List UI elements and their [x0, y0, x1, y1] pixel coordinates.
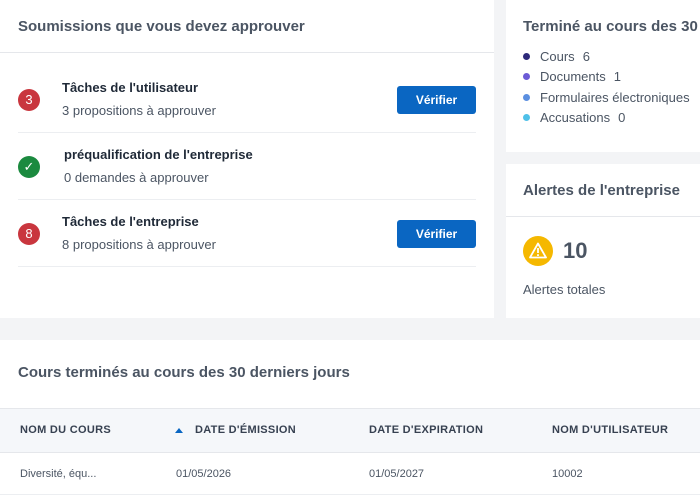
task-subtitle: 8 propositions à approuver: [62, 237, 216, 252]
cell-username: 10002: [552, 468, 583, 480]
stat-documents[interactable]: Documents 1: [523, 69, 621, 84]
check-icon: ✓: [18, 156, 40, 178]
completed-summary-title: Terminé au cours des 30 derniers jours: [523, 18, 700, 35]
task-item-company-tasks: 8 Tâches de l'entreprise 8 propositions …: [18, 200, 476, 267]
task-subtitle: 0 demandes à approuver: [64, 170, 209, 185]
courses-table-title: Cours terminés au cours des 30 derniers …: [18, 364, 350, 381]
column-header-username[interactable]: NOM D'UTILISATEUR: [552, 424, 668, 436]
divider: [18, 266, 476, 267]
approvals-card: Soumissions que vous devez approuver 3 T…: [0, 0, 494, 318]
sort-ascending-icon[interactable]: [175, 428, 183, 433]
alert-count: 10: [563, 238, 588, 263]
divider: [506, 216, 700, 217]
courses-table-card: Cours terminés au cours des 30 derniers …: [0, 340, 700, 498]
legend-dot: [523, 114, 530, 122]
task-title: préqualification de l'entreprise: [64, 147, 253, 162]
alerts-title: Alertes de l'entreprise: [523, 182, 680, 199]
legend-dot: [523, 73, 530, 81]
cell-issue-date: 01/05/2026: [176, 468, 232, 480]
task-item-company-prequalification: ✓ préqualification de l'entreprise 0 dem…: [18, 133, 476, 200]
stat-value: 1: [613, 69, 621, 84]
count-badge: 3: [18, 89, 40, 111]
alert-label: Alertes totales: [523, 282, 606, 297]
stat-label: Cours: [540, 49, 575, 64]
stat-value: 0: [618, 110, 626, 125]
stat-acknowledgements[interactable]: Accusations 0: [523, 110, 625, 125]
column-header-issue-date[interactable]: DATE D'ÉMISSION: [195, 424, 296, 436]
alerts-card: Alertes de l'entreprise 10 Alertes total…: [506, 164, 700, 318]
task-title: Tâches de l'utilisateur: [62, 80, 199, 95]
column-header-course-name[interactable]: NOM DU COURS: [20, 424, 111, 436]
stat-electronic-forms[interactable]: Formulaires électroniques: [523, 90, 698, 105]
legend-dot: [523, 94, 530, 102]
stat-value: 6: [582, 49, 590, 64]
approvals-title: Soumissions que vous devez approuver: [18, 18, 305, 35]
column-header-expiration-date[interactable]: DATE D'EXPIRATION: [369, 424, 483, 436]
divider: [0, 494, 700, 495]
table-header: NOM DU COURS DATE D'ÉMISSION DATE D'EXPI…: [0, 408, 700, 453]
count-badge: 8: [18, 223, 40, 245]
cell-expiration-date: 01/05/2027: [369, 468, 425, 480]
stat-label: Accusations: [540, 110, 611, 125]
divider: [0, 52, 494, 53]
verify-button[interactable]: Vérifier: [397, 86, 476, 114]
task-title: Tâches de l'entreprise: [62, 214, 199, 229]
verify-button[interactable]: Vérifier: [397, 220, 476, 248]
stat-label: Formulaires électroniques: [540, 90, 690, 105]
cell-course-name[interactable]: Diversité, équ...: [20, 468, 96, 480]
warning-icon: [523, 236, 553, 266]
task-subtitle: 3 propositions à approuver: [62, 103, 216, 118]
stat-courses[interactable]: Cours 6: [523, 49, 590, 64]
legend-dot: [523, 53, 530, 61]
completed-summary-card: Terminé au cours des 30 derniers jours C…: [506, 0, 700, 152]
stat-label: Documents: [540, 69, 606, 84]
task-item-user-tasks: 3 Tâches de l'utilisateur 3 propositions…: [18, 66, 476, 133]
